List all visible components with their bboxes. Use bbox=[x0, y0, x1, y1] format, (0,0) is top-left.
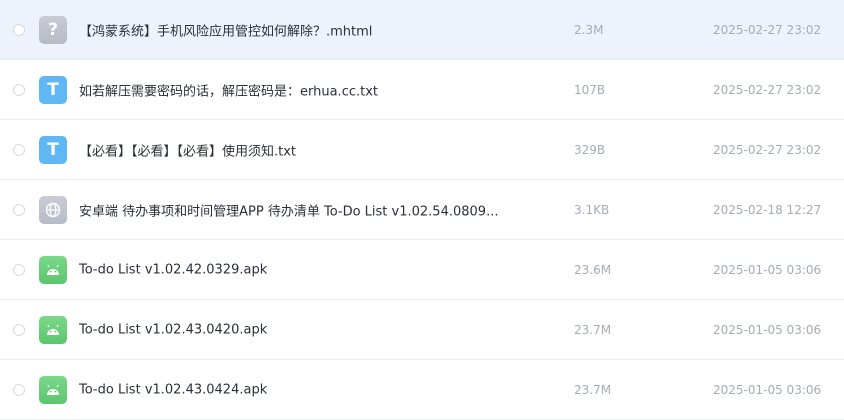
text-file-icon: T bbox=[39, 135, 67, 164]
file-size: 23.7M bbox=[574, 382, 612, 397]
row-checkbox[interactable] bbox=[13, 23, 25, 36]
file-name[interactable]: 【鸿蒙系统】手机风险应用管控如何解除？.mhtml bbox=[79, 20, 509, 39]
row-checkbox[interactable] bbox=[13, 263, 25, 276]
unknown-file-icon: ? bbox=[39, 15, 67, 44]
android-icon bbox=[39, 375, 67, 404]
file-size: 107B bbox=[574, 82, 606, 97]
file-name[interactable]: 如若解压需要密码的话，解压密码是：erhua.cc.txt bbox=[79, 80, 509, 99]
file-row[interactable]: To-do List v1.02.43.0420.apk 23.7M 2025-… bbox=[0, 300, 844, 360]
file-name[interactable]: To-do List v1.02.43.0424.apk bbox=[79, 382, 509, 397]
file-name[interactable]: 【必看】【必看】【必看】使用须知.txt bbox=[79, 140, 509, 159]
file-list: ? 【鸿蒙系统】手机风险应用管控如何解除？.mhtml 2.3M 2025-02… bbox=[0, 0, 844, 420]
file-date: 2025-02-27 23:02 bbox=[713, 22, 822, 37]
row-checkbox[interactable] bbox=[13, 323, 25, 336]
file-date: 2025-01-05 03:06 bbox=[713, 382, 822, 397]
file-row[interactable]: To-do List v1.02.42.0329.apk 23.6M 2025-… bbox=[0, 240, 844, 300]
file-date: 2025-01-05 03:06 bbox=[713, 262, 822, 277]
android-icon bbox=[39, 255, 67, 284]
file-row[interactable]: T 【必看】【必看】【必看】使用须知.txt 329B 2025-02-27 2… bbox=[0, 120, 844, 180]
row-checkbox[interactable] bbox=[13, 83, 25, 96]
file-size: 23.7M bbox=[574, 322, 612, 337]
text-file-icon: T bbox=[39, 75, 67, 104]
file-size: 23.6M bbox=[574, 262, 612, 277]
android-icon bbox=[39, 315, 67, 344]
file-row[interactable]: ? 【鸿蒙系统】手机风险应用管控如何解除？.mhtml 2.3M 2025-02… bbox=[0, 0, 844, 60]
file-date: 2025-01-05 03:06 bbox=[713, 322, 822, 337]
file-date: 2025-02-27 23:02 bbox=[713, 142, 822, 157]
file-date: 2025-02-27 23:02 bbox=[713, 82, 822, 97]
globe-icon bbox=[45, 202, 61, 217]
file-name[interactable]: To-do List v1.02.43.0420.apk bbox=[79, 322, 509, 337]
file-name[interactable]: To-do List v1.02.42.0329.apk bbox=[79, 262, 509, 277]
file-size: 2.3M bbox=[574, 22, 604, 37]
file-name[interactable]: 安卓端 待办事项和时间管理APP 待办清单 To-Do List v1.02.5… bbox=[79, 200, 509, 219]
web-file-icon bbox=[39, 195, 67, 224]
file-row[interactable]: To-do List v1.02.43.0424.apk 23.7M 2025-… bbox=[0, 360, 844, 420]
file-row[interactable]: T 如若解压需要密码的话，解压密码是：erhua.cc.txt 107B 202… bbox=[0, 60, 844, 120]
file-size: 3.1KB bbox=[574, 202, 610, 217]
row-checkbox[interactable] bbox=[13, 383, 25, 396]
file-date: 2025-02-18 12:27 bbox=[713, 202, 822, 217]
row-checkbox[interactable] bbox=[13, 143, 25, 156]
file-size: 329B bbox=[574, 142, 606, 157]
file-row[interactable]: 安卓端 待办事项和时间管理APP 待办清单 To-Do List v1.02.5… bbox=[0, 180, 844, 240]
row-checkbox[interactable] bbox=[13, 203, 25, 216]
